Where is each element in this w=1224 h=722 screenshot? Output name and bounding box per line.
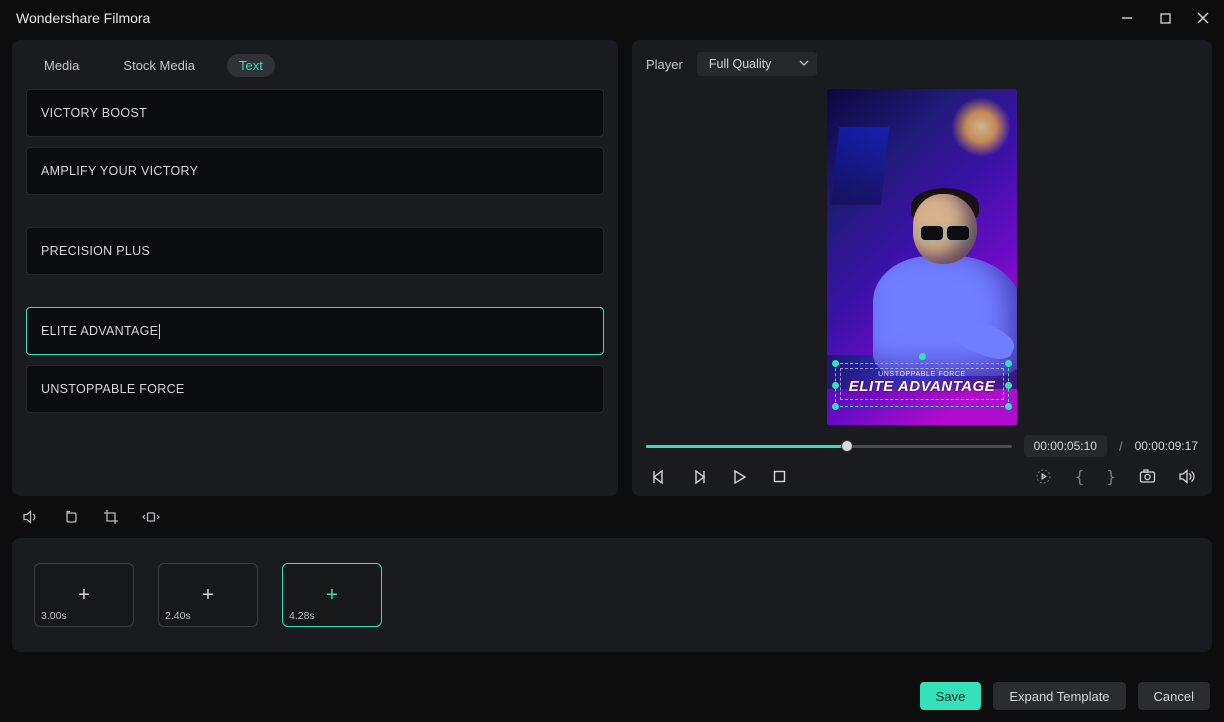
timeline-tools bbox=[0, 496, 1224, 532]
quality-value: Full Quality bbox=[709, 57, 772, 71]
text-item-label: AMPLIFY YOUR VICTORY bbox=[41, 164, 198, 178]
text-item[interactable]: PRECISION PLUS bbox=[26, 227, 604, 275]
text-panel: Media Stock Media Text VICTORY BOOST AMP… bbox=[12, 40, 618, 496]
fit-icon[interactable] bbox=[142, 508, 160, 526]
total-duration: 00:00:09:17 bbox=[1135, 439, 1198, 453]
tab-stock-media[interactable]: Stock Media bbox=[111, 54, 207, 77]
timeline: + 3.00s + 2.40s + 4.28s bbox=[12, 538, 1212, 652]
overlay-title: ELITE ADVANTAGE bbox=[845, 378, 999, 395]
text-item[interactable]: VICTORY BOOST bbox=[26, 89, 604, 137]
text-item[interactable]: AMPLIFY YOUR VICTORY bbox=[26, 147, 604, 195]
app-title: Wondershare Filmora bbox=[16, 10, 150, 26]
clip-duration: 3.00s bbox=[41, 610, 67, 622]
player-label: Player bbox=[646, 57, 683, 72]
text-list: VICTORY BOOST AMPLIFY YOUR VICTORY PRECI… bbox=[12, 89, 618, 427]
plus-icon: + bbox=[326, 584, 338, 607]
plus-icon: + bbox=[202, 584, 214, 607]
current-time[interactable]: 00:00:05:10 bbox=[1024, 435, 1107, 457]
title-bar: Wondershare Filmora bbox=[0, 0, 1224, 36]
tab-media[interactable]: Media bbox=[32, 54, 91, 77]
prev-frame-button[interactable] bbox=[650, 468, 668, 486]
tab-text[interactable]: Text bbox=[227, 54, 275, 77]
volume-button[interactable] bbox=[1178, 468, 1196, 486]
snapshot-button[interactable] bbox=[1138, 468, 1156, 486]
play-button[interactable] bbox=[730, 468, 748, 486]
clip-duration: 4.28s bbox=[289, 610, 315, 622]
rotate-icon[interactable] bbox=[62, 508, 80, 526]
overlay-subtitle: UNSTOPPABLE FORCE bbox=[845, 371, 999, 378]
title-overlay[interactable]: UNSTOPPABLE FORCE ELITE ADVANTAGE bbox=[835, 363, 1009, 407]
next-frame-button[interactable] bbox=[690, 468, 708, 486]
scrubber[interactable] bbox=[646, 439, 1012, 453]
clip-duration: 2.40s bbox=[165, 610, 191, 622]
cancel-button[interactable]: Cancel bbox=[1138, 682, 1210, 710]
expand-template-button[interactable]: Expand Template bbox=[993, 682, 1125, 710]
minimize-button[interactable] bbox=[1118, 9, 1136, 27]
media-tabs: Media Stock Media Text bbox=[12, 40, 618, 89]
chevron-down-icon bbox=[799, 57, 809, 71]
text-item-label: UNSTOPPABLE FORCE bbox=[41, 382, 185, 396]
player-header: Player Full Quality bbox=[646, 52, 1198, 84]
text-item-label: ELITE ADVANTAGE bbox=[41, 324, 158, 338]
text-item-editing[interactable]: ELITE ADVANTAGE bbox=[26, 307, 604, 355]
text-item-label: PRECISION PLUS bbox=[41, 244, 150, 258]
text-item[interactable]: UNSTOPPABLE FORCE bbox=[26, 365, 604, 413]
crop-icon[interactable] bbox=[102, 508, 120, 526]
video-preview[interactable]: UNSTOPPABLE FORCE ELITE ADVANTAGE bbox=[827, 89, 1017, 425]
text-cursor bbox=[159, 324, 160, 339]
mark-out-icon[interactable]: } bbox=[1106, 467, 1116, 486]
maximize-button[interactable] bbox=[1156, 9, 1174, 27]
clip-slot-active[interactable]: + 4.28s bbox=[282, 563, 382, 627]
transport-controls: { } bbox=[646, 467, 1198, 486]
quality-select[interactable]: Full Quality bbox=[697, 52, 818, 76]
close-button[interactable] bbox=[1194, 9, 1212, 27]
stop-button[interactable] bbox=[770, 468, 788, 486]
player-panel: Player Full Quality bbox=[632, 40, 1212, 496]
clip-slot[interactable]: + 2.40s bbox=[158, 563, 258, 627]
window-controls bbox=[1118, 9, 1212, 27]
clip-slot[interactable]: + 3.00s bbox=[34, 563, 134, 627]
audio-icon[interactable] bbox=[22, 508, 40, 526]
player-viewport: UNSTOPPABLE FORCE ELITE ADVANTAGE bbox=[646, 84, 1198, 429]
plus-icon: + bbox=[78, 584, 90, 607]
footer-actions: Save Expand Template Cancel bbox=[920, 682, 1210, 710]
render-preview-icon[interactable] bbox=[1035, 468, 1053, 486]
mark-in-icon[interactable]: { bbox=[1075, 467, 1085, 486]
time-separator: / bbox=[1119, 439, 1123, 454]
save-button[interactable]: Save bbox=[920, 682, 982, 710]
scrub-row: 00:00:05:10 / 00:00:09:17 bbox=[646, 435, 1198, 457]
text-item-label: VICTORY BOOST bbox=[41, 106, 147, 120]
